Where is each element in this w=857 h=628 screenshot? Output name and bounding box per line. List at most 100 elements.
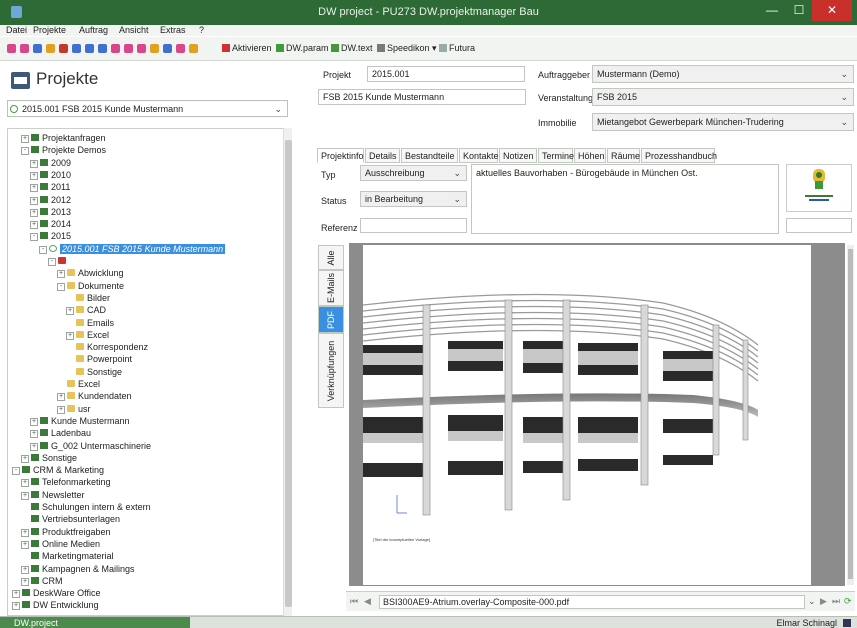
pdf-file-select[interactable]: BSI300AE9-Atrium.overlay-Composite-000.p… xyxy=(379,595,805,609)
expand-icon[interactable]: + xyxy=(30,221,38,230)
tree-item[interactable]: + DW Entwicklung xyxy=(12,599,99,611)
toolbar-icon[interactable] xyxy=(137,44,146,53)
project-image[interactable] xyxy=(786,164,852,212)
menu-auftrag[interactable]: Auftrag xyxy=(79,25,108,35)
tree-item[interactable]: + Kundendaten xyxy=(57,390,132,402)
collapse-icon[interactable]: - xyxy=(39,245,47,254)
toolbar-icon[interactable] xyxy=(85,44,94,53)
tree-item[interactable]: Sonstige xyxy=(66,366,122,378)
tab-notizen[interactable]: Notizen xyxy=(499,148,537,163)
collapse-icon[interactable]: - xyxy=(30,233,38,242)
tree-item[interactable]: + CRM xyxy=(21,575,63,587)
toolbar-icon[interactable] xyxy=(163,44,172,53)
projekt-description-input[interactable]: FSB 2015 Kunde Mustermann xyxy=(318,89,526,105)
tree-item[interactable]: - Projekte Demos xyxy=(21,144,106,156)
toolbar-icon[interactable] xyxy=(111,44,120,53)
tree-item[interactable]: - CRM & Marketing xyxy=(12,464,104,476)
menu-projekte[interactable]: Projekte xyxy=(33,25,66,35)
tree-item[interactable]: + Ladenbau xyxy=(30,427,91,439)
tree-item[interactable]: + Excel xyxy=(66,329,109,341)
first-page-icon[interactable]: ⏮ xyxy=(350,596,358,607)
tab-details[interactable]: Details xyxy=(365,148,400,163)
toolbar-icon[interactable] xyxy=(98,44,107,53)
expand-icon[interactable]: + xyxy=(21,479,29,488)
expand-icon[interactable]: + xyxy=(66,331,74,340)
tree-item[interactable]: + Sonstige xyxy=(21,452,77,464)
expand-icon[interactable]: + xyxy=(57,393,65,402)
toolbar-icon[interactable] xyxy=(124,44,133,53)
tree-item[interactable]: +2009 xyxy=(30,157,71,169)
toolbar-icon[interactable] xyxy=(59,44,68,53)
pdf-scrollbar[interactable] xyxy=(847,245,854,585)
expand-icon[interactable]: + xyxy=(57,405,65,414)
menu-datei[interactable]: Datei xyxy=(6,25,27,35)
close-button[interactable]: ✕ xyxy=(812,0,852,21)
tree-item[interactable]: + Kunde Mustermann xyxy=(30,415,130,427)
tree-item[interactable]: + Telefonmarketing xyxy=(21,476,111,488)
tab-pdf[interactable]: PDF xyxy=(318,306,344,333)
expand-icon[interactable]: + xyxy=(21,577,29,586)
tree-item[interactable]: + CAD xyxy=(66,304,106,316)
collapse-icon[interactable]: - xyxy=(12,467,20,476)
tab-verknuepfungen[interactable]: Verknüpfungen xyxy=(318,333,344,408)
collapse-icon[interactable]: - xyxy=(48,258,56,266)
tree-item[interactable]: Korrespondenz xyxy=(66,341,148,353)
tree-item[interactable]: + G_002 Untermaschinerie xyxy=(30,440,151,452)
expand-icon[interactable]: + xyxy=(30,159,38,168)
toolbar-icon[interactable] xyxy=(150,44,159,53)
menu-help[interactable]: ? xyxy=(199,25,204,35)
tree-item[interactable]: + Newsletter xyxy=(21,489,85,501)
tree-item[interactable]: +2013 xyxy=(30,206,71,218)
tree-item[interactable]: + Online Medien xyxy=(21,538,100,550)
tab-prozesshandbuch[interactable]: Prozesshandbuch xyxy=(641,148,717,163)
expand-icon[interactable]: + xyxy=(12,590,20,599)
tree-item[interactable]: + usr xyxy=(57,403,91,415)
expand-icon[interactable]: + xyxy=(21,135,29,143)
toolbar-icon[interactable] xyxy=(72,44,81,53)
expand-icon[interactable]: + xyxy=(12,602,20,611)
menu-extras[interactable]: Extras xyxy=(160,25,186,35)
expand-icon[interactable]: + xyxy=(21,454,29,463)
speedikon-button[interactable]: Speedikon ▾ xyxy=(377,43,437,54)
expand-icon[interactable]: + xyxy=(66,307,74,316)
status-select[interactable]: in Bearbeitung ⌄ xyxy=(360,191,467,207)
tree-item[interactable]: Vertriebsunterlagen xyxy=(21,513,120,525)
tree-item[interactable]: - 2015 xyxy=(30,230,71,242)
chevron-down-icon[interactable]: ⌄ xyxy=(274,104,282,115)
tree-item[interactable]: - xyxy=(48,255,69,267)
tab-bestandteile[interactable]: Bestandteile xyxy=(401,148,458,163)
refresh-icon[interactable]: ⟳ xyxy=(844,596,852,607)
tree-item[interactable]: +2011 xyxy=(30,181,70,193)
expand-icon[interactable]: + xyxy=(21,491,29,500)
last-page-icon[interactable]: ⏭ xyxy=(832,596,840,607)
tree-item[interactable]: +2014 xyxy=(30,218,71,230)
tab-kontakte[interactable]: Kontakte xyxy=(459,148,499,163)
expand-icon[interactable]: + xyxy=(30,171,38,180)
collapse-icon[interactable]: - xyxy=(21,147,29,156)
veranstaltung-select[interactable]: FSB 2015 ⌄ xyxy=(592,88,854,106)
dwtext-button[interactable]: DW.text xyxy=(331,43,373,53)
tree-item[interactable]: +2010 xyxy=(30,169,71,181)
tree-item[interactable]: Powerpoint xyxy=(66,353,132,365)
auftraggeber-select[interactable]: Mustermann (Demo) ⌄ xyxy=(592,65,854,83)
typ-select[interactable]: Ausschreibung ⌄ xyxy=(360,165,467,181)
tab-alle[interactable]: Alle xyxy=(318,245,344,270)
expand-icon[interactable]: + xyxy=(30,196,38,205)
toolbar-icon[interactable] xyxy=(176,44,185,53)
tree-item[interactable]: + Produktfreigaben xyxy=(21,526,111,538)
description-textarea[interactable]: aktuelles Bauvorhaben - Bürogebäude in M… xyxy=(471,164,779,234)
expand-icon[interactable]: + xyxy=(30,442,38,451)
tree-item[interactable]: + Kampagnen & Mailings xyxy=(21,563,135,575)
tree-item[interactable]: - 2015.001 FSB 2015 Kunde Mustermann xyxy=(39,243,226,255)
expand-icon[interactable]: + xyxy=(30,430,38,439)
expand-icon[interactable]: + xyxy=(30,417,38,426)
toolbar-icon[interactable] xyxy=(189,44,198,53)
tree-item[interactable]: Bilder xyxy=(66,292,110,304)
expand-icon[interactable]: + xyxy=(21,540,29,549)
tree-item[interactable]: +2012 xyxy=(30,194,71,206)
tree-item[interactable]: + Abwicklung xyxy=(57,267,124,279)
aktivieren-button[interactable]: Aktivieren xyxy=(222,43,272,53)
tree-item[interactable]: - Dokumente xyxy=(57,280,124,292)
tree-item[interactable]: Marketingmaterial xyxy=(21,550,114,562)
tab-projektinfo[interactable]: Projektinfo xyxy=(317,148,364,163)
